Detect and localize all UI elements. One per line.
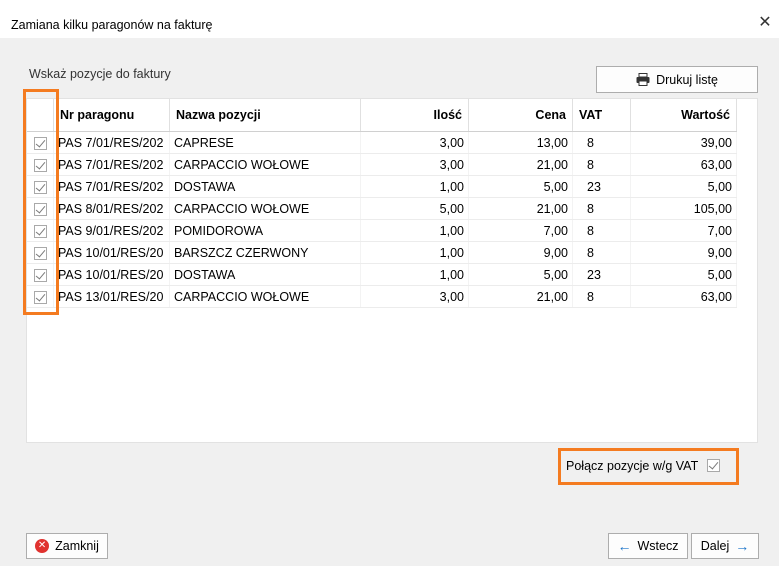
cell-qty: 1,00: [360, 219, 469, 242]
cell-value: 39,00: [630, 131, 737, 154]
cell-nr: PAS 10/01/RES/20: [53, 241, 170, 264]
cell-nr: PAS 13/01/RES/20: [53, 285, 170, 308]
cell-vat: 23: [572, 263, 631, 286]
cell-vat: 8: [572, 285, 631, 308]
row-checkbox-cell: [27, 197, 54, 220]
cell-price: 21,00: [468, 285, 573, 308]
row-checkbox-cell: [27, 153, 54, 176]
row-checkbox[interactable]: [33, 290, 47, 304]
column-header-nr[interactable]: Nr paragonu: [53, 99, 170, 132]
cell-nr: PAS 8/01/RES/202: [53, 197, 170, 220]
row-checkbox[interactable]: [33, 268, 47, 282]
cell-name: CARPACCIO WOŁOWE: [169, 153, 361, 176]
cell-name: DOSTAWA: [169, 175, 361, 198]
merge-vat-label: Połącz pozycje w/g VAT: [566, 459, 699, 473]
row-checkbox[interactable]: [33, 246, 47, 260]
cell-name: CARPACCIO WOŁOWE: [169, 285, 361, 308]
column-header-vat[interactable]: VAT: [572, 99, 631, 132]
next-button-label: Dalej: [700, 539, 730, 553]
print-list-button[interactable]: Drukuj listę: [596, 66, 758, 93]
merge-vat-checkbox[interactable]: [707, 459, 720, 472]
row-checkbox[interactable]: [33, 224, 47, 238]
row-checkbox-cell: [27, 285, 54, 308]
row-checkbox-cell: [27, 241, 54, 264]
back-button-label: Wstecz: [637, 539, 679, 553]
print-list-label: Drukuj listę: [656, 72, 718, 87]
cell-nr: PAS 7/01/RES/202: [53, 175, 170, 198]
close-button-label: Zamknij: [55, 539, 99, 553]
cell-qty: 1,00: [360, 175, 469, 198]
cell-price: 9,00: [468, 241, 573, 264]
items-grid: Nr paragonu Nazwa pozycji Ilość Cena VAT…: [26, 98, 758, 443]
cell-price: 21,00: [468, 153, 573, 176]
cell-price: 5,00: [468, 175, 573, 198]
cell-name: POMIDOROWA: [169, 219, 361, 242]
arrow-left-icon: ←: [617, 538, 632, 554]
cell-vat: 23: [572, 175, 631, 198]
row-checkbox-cell: [27, 175, 54, 198]
cell-value: 105,00: [630, 197, 737, 220]
next-button[interactable]: Dalej →: [691, 533, 759, 559]
title-bar: Zamiana kilku paragonów na fakturę ✕: [0, 0, 779, 38]
row-checkbox-cell: [27, 219, 54, 242]
cell-vat: 8: [572, 241, 631, 264]
table-row[interactable]: PAS 13/01/RES/20 CARPACCIO WOŁOWE 3,00 21,0…: [27, 285, 737, 308]
table-row[interactable]: PAS 8/01/RES/202 CARPACCIO WOŁOWE 5,00 21,0…: [27, 197, 737, 220]
cell-qty: 1,00: [360, 263, 469, 286]
table-row[interactable]: PAS 10/01/RES/20 DOSTAWA 1,00 5,00 23 5,00: [27, 263, 737, 286]
close-button[interactable]: ✕ Zamknij: [26, 533, 108, 559]
cell-value: 5,00: [630, 175, 737, 198]
cell-price: 5,00: [468, 263, 573, 286]
window-title: Zamiana kilku paragonów na fakturę: [11, 18, 213, 32]
arrow-right-icon: →: [735, 538, 750, 554]
section-label: Wskaż pozycje do faktury: [29, 67, 171, 81]
printer-icon: [636, 73, 650, 86]
table-row[interactable]: PAS 10/01/RES/20 BARSZCZ CZERWONY 1,00 9,00…: [27, 241, 737, 264]
row-checkbox-cell: [27, 263, 54, 286]
cell-price: 7,00: [468, 219, 573, 242]
row-checkbox[interactable]: [33, 202, 47, 216]
cell-qty: 1,00: [360, 241, 469, 264]
cell-value: 9,00: [630, 241, 737, 264]
cell-name: BARSZCZ CZERWONY: [169, 241, 361, 264]
cell-vat: 8: [572, 153, 631, 176]
cell-value: 7,00: [630, 219, 737, 242]
cell-qty: 3,00: [360, 153, 469, 176]
cell-qty: 3,00: [360, 285, 469, 308]
cell-name: CARPACCIO WOŁOWE: [169, 197, 361, 220]
cell-price: 21,00: [468, 197, 573, 220]
table-row[interactable]: PAS 9/01/RES/202 POMIDOROWA 1,00 7,00 8 7,00: [27, 219, 737, 242]
cell-price: 13,00: [468, 131, 573, 154]
row-checkbox-cell: [27, 131, 54, 154]
cell-vat: 8: [572, 219, 631, 242]
table-row[interactable]: PAS 7/01/RES/202 CARPACCIO WOŁOWE 3,00 21,0…: [27, 153, 737, 176]
column-header-name[interactable]: Nazwa pozycji: [169, 99, 361, 132]
cell-nr: PAS 7/01/RES/202: [53, 153, 170, 176]
close-circle-icon: ✕: [35, 539, 50, 553]
table-row[interactable]: PAS 7/01/RES/202 CAPRESE 3,00 13,00 8 39,00: [27, 131, 737, 154]
row-checkbox[interactable]: [33, 136, 47, 150]
column-header-check[interactable]: [27, 99, 54, 132]
cell-vat: 8: [572, 131, 631, 154]
cell-vat: 8: [572, 197, 631, 220]
cell-nr: PAS 10/01/RES/20: [53, 263, 170, 286]
row-checkbox[interactable]: [33, 158, 47, 172]
cell-qty: 5,00: [360, 197, 469, 220]
cell-name: DOSTAWA: [169, 263, 361, 286]
back-button[interactable]: ← Wstecz: [608, 533, 688, 559]
table-row[interactable]: PAS 7/01/RES/202 DOSTAWA 1,00 5,00 23 5,00: [27, 175, 737, 198]
cell-qty: 3,00: [360, 131, 469, 154]
cell-name: CAPRESE: [169, 131, 361, 154]
close-icon[interactable]: ✕: [757, 15, 773, 31]
cell-value: 63,00: [630, 285, 737, 308]
row-checkbox[interactable]: [33, 180, 47, 194]
cell-value: 63,00: [630, 153, 737, 176]
cell-nr: PAS 9/01/RES/202: [53, 219, 170, 242]
column-header-value[interactable]: Wartość: [630, 99, 737, 132]
column-header-qty[interactable]: Ilość: [360, 99, 469, 132]
cell-nr: PAS 7/01/RES/202: [53, 131, 170, 154]
column-header-price[interactable]: Cena: [468, 99, 573, 132]
cell-value: 5,00: [630, 263, 737, 286]
